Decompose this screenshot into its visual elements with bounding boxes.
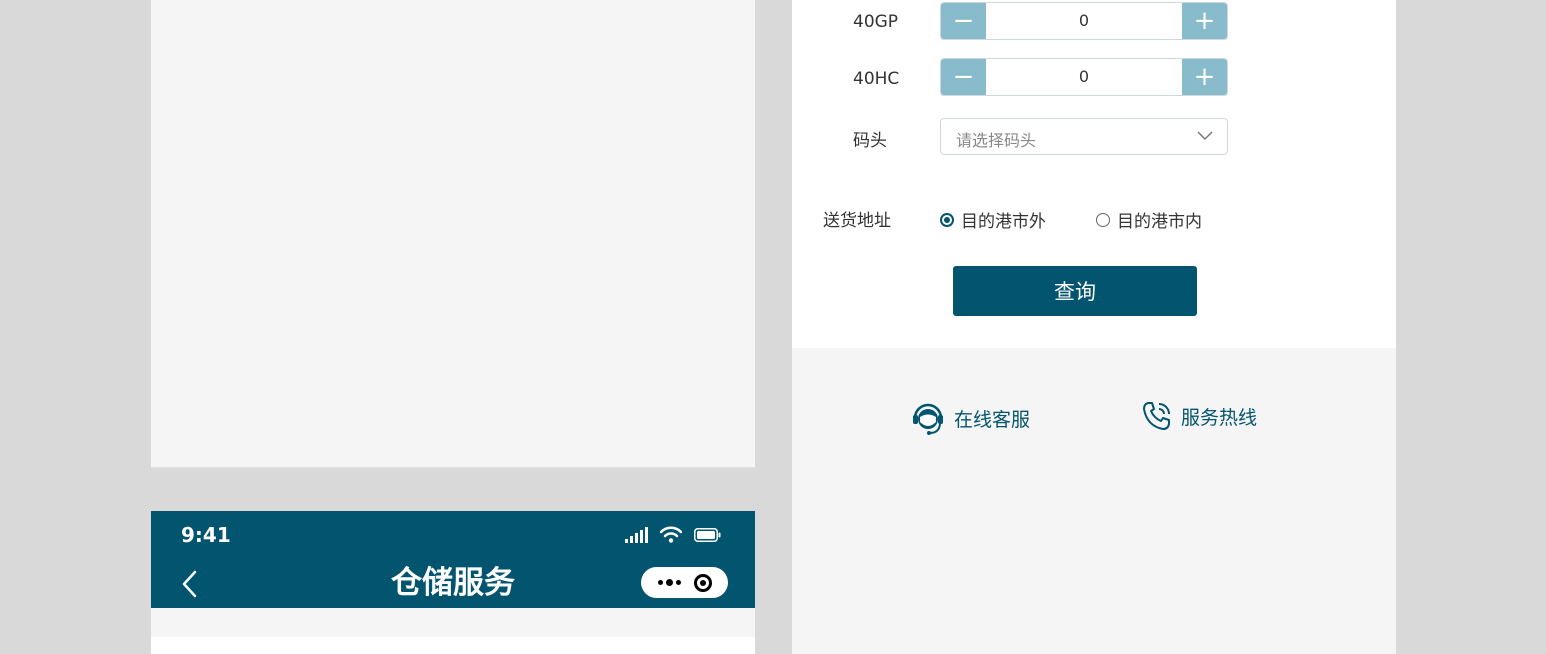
- wifi-icon: [660, 526, 682, 543]
- radio-label: 目的港市内: [1117, 212, 1202, 232]
- phone-call-icon: [1143, 402, 1170, 430]
- hotline-label: 服务热线: [1181, 406, 1258, 429]
- content-gap: [151, 608, 755, 637]
- signal-icon: [625, 526, 648, 543]
- row-label-40gp: 40GP: [853, 12, 899, 32]
- status-time: 9:41: [181, 523, 231, 547]
- quantity-stepper-40hc: − 0 +: [940, 58, 1228, 96]
- decrement-button[interactable]: −: [941, 3, 986, 39]
- decrement-button[interactable]: −: [941, 59, 986, 95]
- online-service-link[interactable]: 在线客服: [910, 400, 1030, 436]
- battery-icon: [694, 527, 721, 542]
- quantity-stepper-40gp: − 0 +: [940, 2, 1228, 40]
- nav-header: 9:41 仓储服务: [151, 511, 755, 608]
- hotline-link[interactable]: 服务热线: [1141, 400, 1257, 432]
- radio-unselected-icon: [1096, 212, 1110, 227]
- more-icon[interactable]: [657, 579, 681, 586]
- headset-agent-icon: [913, 403, 943, 435]
- delivery-radio-group: 目的港市外 目的港市内: [940, 207, 1202, 232]
- row-label-40hc: 40HC: [853, 69, 900, 89]
- query-phone-screen: 40GP − 0 + 40HC − 0 + 码头 请选择码头 送货地址 目的港市…: [792, 0, 1396, 654]
- online-service-label: 在线客服: [954, 408, 1031, 431]
- chevron-down-icon: [1197, 131, 1213, 141]
- left-phone-content: [151, 0, 755, 468]
- mini-program-capsule: [641, 567, 728, 598]
- radio-inside-city[interactable]: 目的港市内: [1096, 207, 1202, 232]
- query-button[interactable]: 查询: [953, 266, 1197, 316]
- radio-label: 目的港市外: [961, 212, 1046, 232]
- terminal-select[interactable]: 请选择码头: [940, 118, 1228, 155]
- quantity-value[interactable]: 0: [986, 3, 1182, 39]
- close-target-icon[interactable]: [693, 573, 712, 592]
- radio-selected-icon: [940, 212, 954, 227]
- query-form: 40GP − 0 + 40HC − 0 + 码头 请选择码头 送货地址 目的港市…: [792, 0, 1396, 348]
- quantity-value[interactable]: 0: [986, 59, 1182, 95]
- radio-outside-city[interactable]: 目的港市外: [940, 207, 1046, 232]
- delivery-label: 送货地址: [823, 211, 891, 231]
- terminal-label: 码头: [853, 131, 887, 151]
- increment-button[interactable]: +: [1182, 59, 1227, 95]
- status-icons: [625, 526, 721, 543]
- warehouse-phone-screen: 9:41 仓储服务: [151, 511, 755, 654]
- terminal-placeholder: 请选择码头: [956, 131, 1037, 150]
- increment-button[interactable]: +: [1182, 3, 1227, 39]
